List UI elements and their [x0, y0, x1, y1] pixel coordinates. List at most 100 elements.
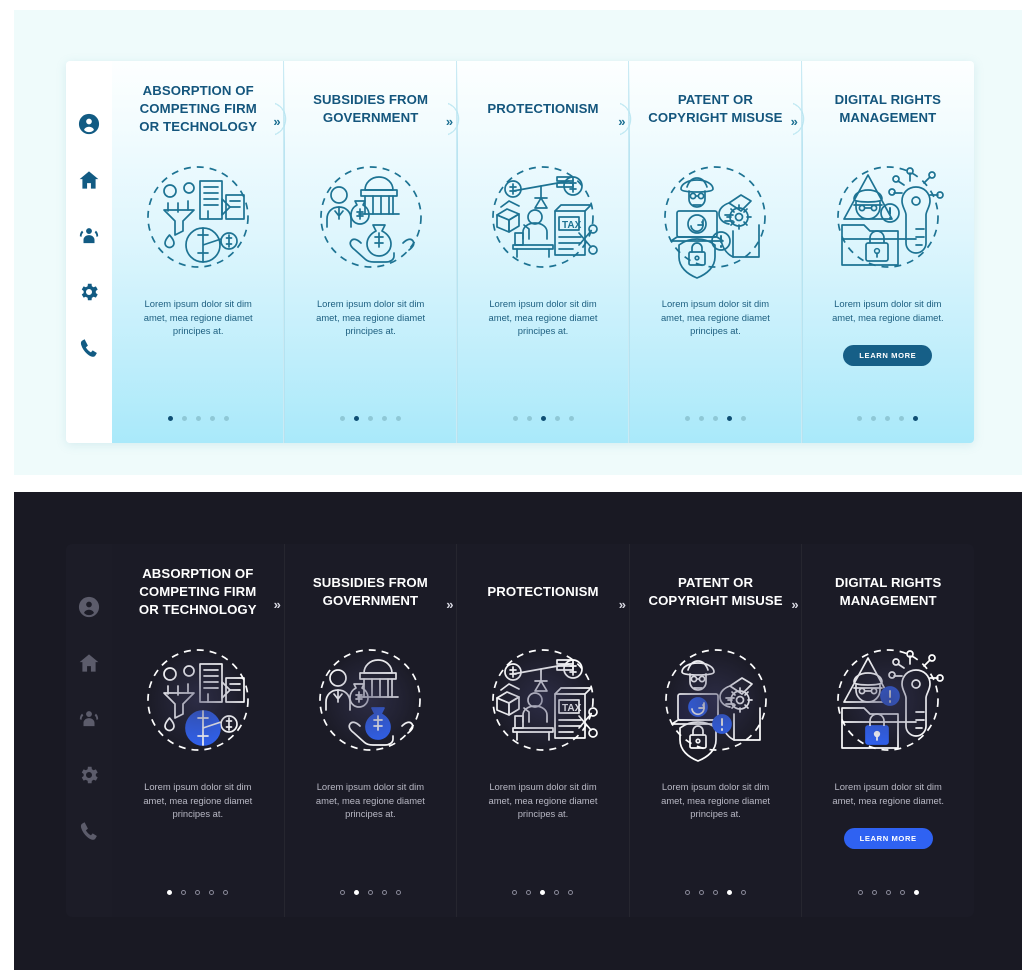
- panel-title: PATENT OR COPYRIGHT MISUSE: [648, 91, 783, 125]
- group-icon[interactable]: [78, 708, 100, 730]
- onboarding-device-light: ABSORPTION OF COMPETING FIRM OR TECHNOLO…: [66, 61, 974, 443]
- step-dot[interactable]: [209, 890, 215, 895]
- step-dots[interactable]: [284, 416, 456, 421]
- phone-icon[interactable]: [78, 337, 100, 359]
- step-dot[interactable]: [899, 890, 905, 895]
- step-chevron-icon: »: [445, 114, 453, 129]
- step-dot[interactable]: [913, 890, 919, 895]
- step-dots[interactable]: [802, 890, 974, 895]
- step-dot[interactable]: [223, 416, 229, 421]
- step-dot[interactable]: [382, 416, 388, 421]
- step-dots[interactable]: [112, 890, 284, 895]
- step-dot[interactable]: [885, 416, 891, 421]
- step-dots[interactable]: [802, 416, 974, 421]
- onboarding-panel: » DIGITAL RIGHTS MANAGEMENT Lorem ipsum …: [791, 544, 974, 917]
- step-dots[interactable]: [629, 416, 801, 421]
- home-icon[interactable]: [78, 169, 100, 191]
- screenshot-canvas: ABSORPTION OF COMPETING FIRM OR TECHNOLO…: [0, 0, 1036, 980]
- piracy-patent-icon: [651, 155, 779, 279]
- step-dot[interactable]: [741, 890, 747, 895]
- step-dot[interactable]: [568, 416, 574, 421]
- step-dot[interactable]: [913, 416, 919, 421]
- step-dot[interactable]: [339, 890, 345, 895]
- step-dot[interactable]: [195, 890, 201, 895]
- panel-header: ABSORPTION OF COMPETING FIRM OR TECHNOLO…: [120, 544, 276, 636]
- step-dot[interactable]: [684, 416, 690, 421]
- step-dot[interactable]: [526, 890, 532, 895]
- step-dot[interactable]: [368, 416, 374, 421]
- gear-icon[interactable]: [78, 281, 100, 303]
- step-dot[interactable]: [223, 890, 229, 895]
- step-dot[interactable]: [512, 890, 518, 895]
- user-circle-icon[interactable]: [78, 596, 100, 618]
- step-dot[interactable]: [540, 416, 546, 421]
- step-chevron-icon: »: [273, 114, 280, 129]
- panel-body-text: Lorem ipsum dolor sit dim amet, mea regi…: [143, 781, 253, 820]
- illustration-glow: [665, 650, 766, 750]
- step-dots[interactable]: [112, 416, 284, 421]
- absorption-merger-icon: [134, 155, 262, 279]
- illustration-glow: [320, 650, 421, 750]
- panel-body-text: Lorem ipsum dolor sit dim amet, mea regi…: [660, 298, 770, 337]
- step-dots[interactable]: [630, 890, 802, 895]
- step-dot[interactable]: [554, 416, 560, 421]
- step-dot[interactable]: [540, 890, 546, 895]
- step-dot[interactable]: [685, 890, 691, 895]
- step-dot[interactable]: [354, 416, 360, 421]
- step-dots[interactable]: [457, 890, 629, 895]
- step-dot[interactable]: [568, 890, 574, 895]
- panel-header: DIGITAL RIGHTS MANAGEMENT: [810, 61, 966, 153]
- step-dot[interactable]: [698, 416, 704, 421]
- step-dot[interactable]: [396, 416, 402, 421]
- step-dot[interactable]: [857, 890, 863, 895]
- step-dot[interactable]: [209, 416, 215, 421]
- step-dot[interactable]: [181, 416, 187, 421]
- onboarding-panel: » PATENT OR COPYRIGHT MISUSE Lorem ipsum…: [619, 544, 802, 917]
- step-dot[interactable]: [526, 416, 532, 421]
- step-dot[interactable]: [381, 890, 387, 895]
- panel-title: DIGITAL RIGHTS MANAGEMENT: [834, 91, 942, 125]
- step-dot[interactable]: [353, 890, 359, 895]
- step-dot[interactable]: [727, 890, 733, 895]
- step-dot[interactable]: [713, 890, 719, 895]
- step-dot[interactable]: [740, 416, 746, 421]
- step-dot[interactable]: [512, 416, 518, 421]
- panel-header: PROTECTIONISM: [465, 544, 621, 636]
- step-dot[interactable]: [167, 890, 173, 895]
- panel-header: DIGITAL RIGHTS MANAGEMENT: [810, 544, 966, 636]
- panel-body-text: Lorem ipsum dolor sit dim amet, mea regi…: [488, 781, 598, 820]
- step-dots[interactable]: [457, 416, 629, 421]
- step-dot[interactable]: [340, 416, 346, 421]
- step-dot[interactable]: [871, 416, 877, 421]
- step-dot[interactable]: [195, 416, 201, 421]
- step-dot[interactable]: [857, 416, 863, 421]
- step-dot[interactable]: [871, 890, 877, 895]
- learn-more-button[interactable]: LEARN MORE: [843, 345, 933, 366]
- step-dot[interactable]: [885, 890, 891, 895]
- onboarding-panel: » PROTECTIONISM: [446, 544, 629, 917]
- panel-body-text: Lorem ipsum dolor sit dim amet, mea regi…: [315, 781, 425, 820]
- step-dot[interactable]: [899, 416, 905, 421]
- learn-more-button[interactable]: LEARN MORE: [843, 828, 933, 849]
- step-dot[interactable]: [367, 890, 373, 895]
- absorption-merger-icon: [134, 638, 262, 762]
- panel-header: SUBSIDIES FROM GOVERNMENT: [293, 544, 449, 636]
- step-chevron-icon: »: [618, 114, 625, 129]
- step-dot[interactable]: [554, 890, 560, 895]
- panel-body-text: Lorem ipsum dolor sit dim amet, mea regi…: [316, 298, 426, 337]
- phone-icon[interactable]: [78, 820, 100, 842]
- panel-title: ABSORPTION OF COMPETING FIRM OR TECHNOLO…: [138, 565, 257, 618]
- user-circle-icon[interactable]: [78, 113, 100, 135]
- step-dot[interactable]: [181, 890, 187, 895]
- step-dot[interactable]: [395, 890, 401, 895]
- home-icon[interactable]: [78, 652, 100, 674]
- gear-icon[interactable]: [78, 764, 100, 786]
- step-dot[interactable]: [699, 890, 705, 895]
- group-icon[interactable]: [78, 225, 100, 247]
- step-dot[interactable]: [167, 416, 173, 421]
- step-dots[interactable]: [285, 890, 457, 895]
- panel-title: PROTECTIONISM: [487, 583, 599, 599]
- illustration-glow: [838, 650, 939, 750]
- step-dot[interactable]: [726, 416, 732, 421]
- step-dot[interactable]: [712, 416, 718, 421]
